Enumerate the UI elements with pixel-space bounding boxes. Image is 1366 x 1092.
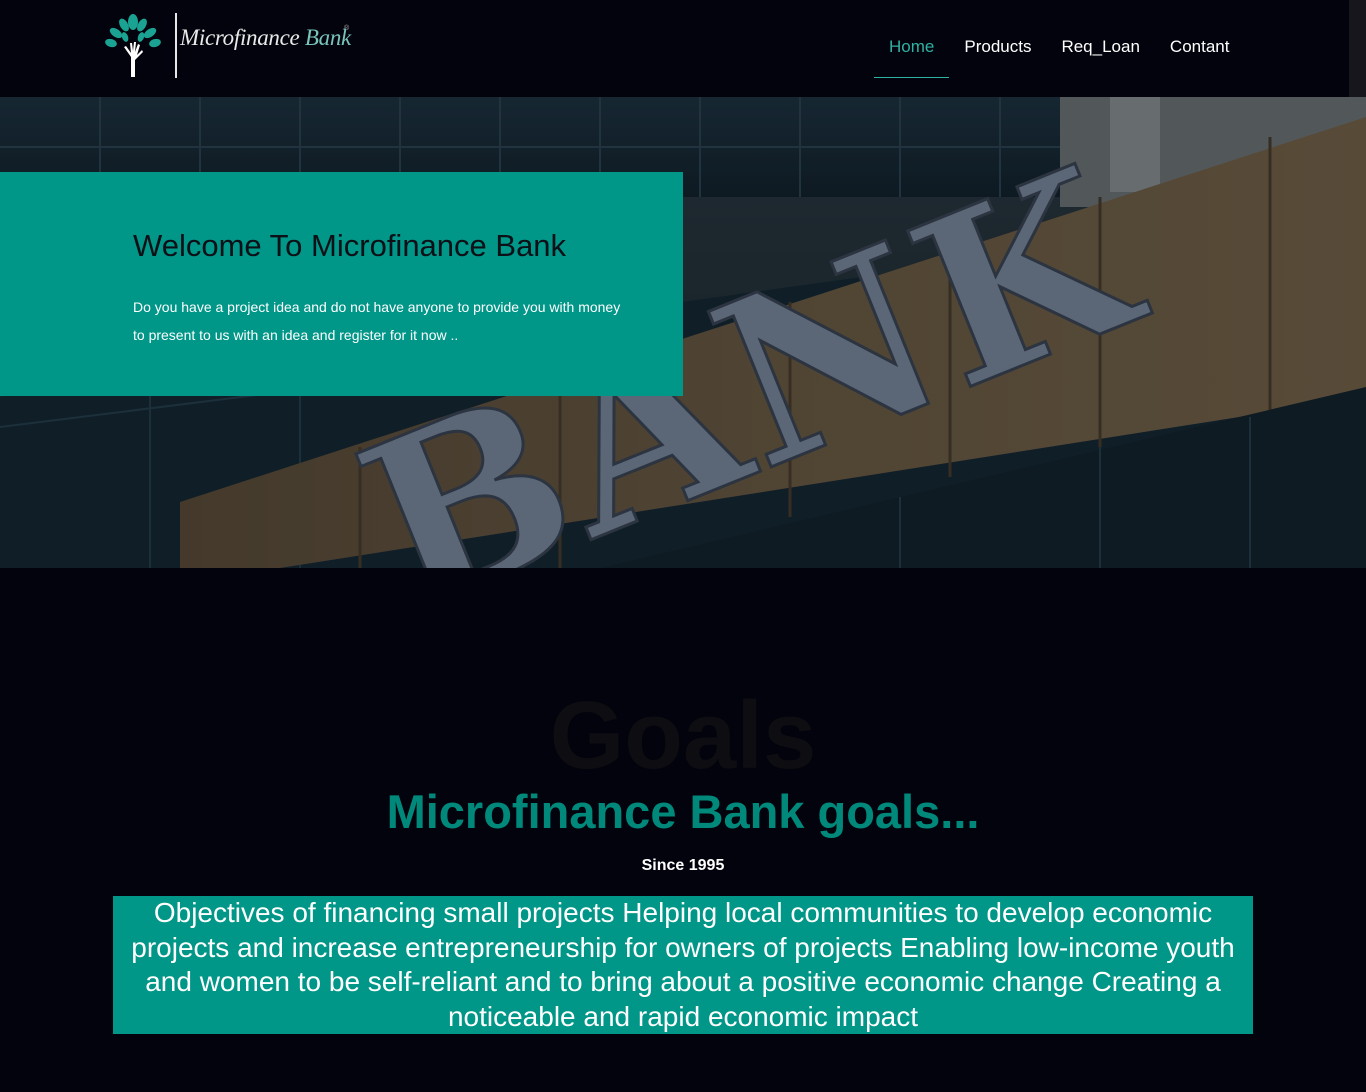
- objectives-text: Objectives of financing small projects H…: [113, 896, 1253, 1034]
- since-label: Since 1995: [641, 857, 725, 874]
- goals-section: Goals Microfinance Bank goals... Since 1…: [0, 568, 1366, 1092]
- nav-products[interactable]: Products: [949, 35, 1046, 78]
- main-nav: Home Products Req_Loan Contant: [874, 35, 1244, 78]
- brand-logo[interactable]: Microfinance Bank ®: [104, 13, 354, 79]
- nav-contant[interactable]: Contant: [1155, 35, 1245, 78]
- navbar: Microfinance Bank ® Home Products Req_Lo…: [0, 0, 1349, 97]
- nav-req-loan[interactable]: Req_Loan: [1046, 35, 1154, 78]
- brand-main-text: Microfinance: [180, 25, 300, 50]
- trademark-mark: ®: [344, 25, 350, 32]
- goals-title: Microfinance Bank goals...: [386, 785, 980, 838]
- nav-home[interactable]: Home: [874, 35, 950, 78]
- scrollbar-track: [1349, 0, 1366, 97]
- hero-section: BANK Welcome To Microfinance Bank Do you…: [0, 97, 1366, 568]
- tree-hand-icon: [105, 14, 161, 77]
- logo-divider: [175, 13, 177, 78]
- welcome-description: Do you have a project idea and do not ha…: [133, 299, 621, 343]
- welcome-title: Welcome To Microfinance Bank: [133, 228, 567, 263]
- welcome-panel: Welcome To Microfinance Bank Do you have…: [0, 172, 683, 396]
- brand-name: Microfinance Bank: [180, 25, 351, 51]
- goals-watermark: Goals: [549, 682, 817, 789]
